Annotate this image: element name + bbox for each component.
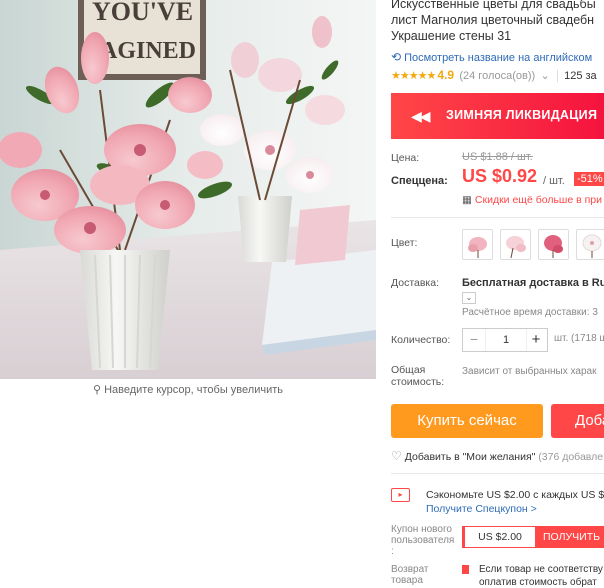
color-swatch-light-pink[interactable]: [500, 229, 531, 260]
quantity-label: Количество:: [391, 334, 451, 346]
new-user-coupon-label: Купон нового пользователя :: [391, 524, 454, 557]
translate-row[interactable]: ⟲ Посмотреть название на английском: [391, 50, 604, 64]
coupon-save-text: Сэкономьте US $2.00 с каждых US $1: [426, 489, 604, 501]
discount-badge: -51%: [574, 172, 604, 186]
per-unit: / шт.: [543, 175, 565, 187]
return-guarantee-icon: [462, 565, 469, 574]
wishlist-row[interactable]: ♡ Добавить в "Мои желания" (376 добавле: [391, 449, 603, 463]
total-label-line: стоимость:: [391, 376, 445, 388]
shipping-text[interactable]: Бесплатная доставка в Russ: [462, 277, 604, 289]
add-to-cart-button[interactable]: Доба: [551, 404, 604, 438]
total-label: Общая стоимость:: [391, 364, 444, 388]
swatch-flower-icon: [506, 236, 526, 259]
translate-icon: ⟲: [391, 50, 402, 64]
total-value: Зависит от выбранных харак: [462, 366, 597, 377]
title-line: Украшение стены 31: [391, 29, 512, 43]
zoom-hint: ⚲ Наведите курсор, чтобы увеличить: [0, 383, 376, 396]
app-promo[interactable]: ▦ Скидки ещё больше в при: [462, 194, 602, 206]
color-swatch-rose[interactable]: [538, 229, 569, 260]
votes-count[interactable]: (24 голоса(ов)): [459, 70, 535, 82]
divider: [391, 217, 604, 218]
star-rating-icon: ★★★★★: [391, 70, 436, 82]
color-swatch-white[interactable]: [576, 229, 604, 260]
product-title: Искусственные цветы для свадьбы лист Маг…: [391, 0, 604, 44]
heart-icon: ♡: [391, 449, 402, 463]
label-line: пользователя: [391, 535, 455, 546]
rating-row: ★★★★★ 4.9 (24 голоса(ов)) ⌄ 125 за: [391, 68, 604, 84]
label-line: :: [391, 546, 394, 557]
magnifier-icon: ⚲: [93, 384, 102, 396]
sale-price-label: Спеццена:: [391, 175, 448, 187]
coupon-icon: ▸: [391, 488, 410, 502]
sale-arrows-icon: ◀◀: [411, 108, 430, 124]
label-line: Возврат: [391, 564, 429, 575]
swatch-flower-icon: [544, 235, 563, 258]
quantity-stepper: − 1 +: [462, 328, 548, 352]
label-line: товара: [391, 575, 423, 586]
buy-now-button[interactable]: Купить сейчас: [391, 404, 543, 438]
qr-code-icon: ▦: [462, 194, 472, 206]
new-user-coupon-value: US $2.00: [462, 526, 536, 548]
product-info-panel: Искусственные цветы для свадьбы лист Маг…: [391, 0, 604, 588]
product-image[interactable]: YOU'VE AGINED: [0, 0, 376, 379]
price-old: US $1.88 / шт.: [462, 151, 533, 163]
returns-text: Если товар не соответству оплатив стоимо…: [479, 563, 603, 588]
total-label-line: Общая: [391, 364, 426, 376]
orders-count: 125 за: [557, 70, 597, 82]
returns-line: Если товар не соответству: [479, 564, 603, 575]
svg-text:AGINED: AGINED: [100, 38, 196, 64]
returns-label: Возврат товара: [391, 564, 429, 586]
svg-text:YOU'VE: YOU'VE: [92, 0, 193, 26]
shipping-label: Доставка:: [391, 277, 440, 289]
price-new: US $0.92: [462, 166, 538, 186]
quantity-plus-button[interactable]: +: [525, 329, 547, 351]
shipping-time: Расчётное время доставки: 3: [462, 307, 598, 318]
winter-sale-banner[interactable]: ◀◀ ЗИМНЯЯ ЛИКВИДАЦИЯ: [391, 93, 604, 139]
label-line: Купон нового: [391, 524, 452, 535]
title-line: лист Магнолия цветочный свадебн: [391, 13, 595, 27]
color-swatch-pink[interactable]: [462, 229, 493, 260]
wishlist-count: (376 добавле: [538, 451, 604, 463]
title-line: Искусственные цветы для свадьбы: [391, 0, 596, 11]
banner-text: ЗИМНЯЯ ЛИКВИДАЦИЯ: [446, 108, 598, 122]
swatch-flower-icon: [468, 237, 487, 258]
zoom-hint-text: Наведите курсор, чтобы увеличить: [104, 384, 283, 396]
rating-value: 4.9: [437, 68, 454, 82]
get-coupon-button[interactable]: ПОЛУЧИТЬ: [535, 526, 604, 548]
quantity-input[interactable]: 1: [485, 329, 527, 351]
app-promo-text[interactable]: Скидки ещё больше в при: [475, 194, 602, 206]
quantity-minus-button[interactable]: −: [463, 329, 485, 351]
chevron-down-icon[interactable]: ⌄: [541, 70, 550, 82]
wishlist-link[interactable]: Добавить в "Мои желания": [405, 451, 536, 463]
price-label: Цена:: [391, 152, 420, 164]
quantity-available: шт. (1718 ш: [554, 333, 604, 344]
returns-line: оплатив стоимость обрат: [479, 577, 597, 588]
divider: [391, 473, 604, 474]
magnolia-photo: YOU'VE AGINED: [0, 0, 376, 379]
chevron-down-icon[interactable]: ⌄: [462, 292, 476, 304]
color-label: Цвет:: [391, 237, 418, 249]
get-coupon-link[interactable]: Получите Спецкупон >: [426, 503, 537, 515]
translate-link[interactable]: Посмотреть название на английском: [404, 52, 592, 64]
swatch-flower-icon: [582, 234, 602, 258]
